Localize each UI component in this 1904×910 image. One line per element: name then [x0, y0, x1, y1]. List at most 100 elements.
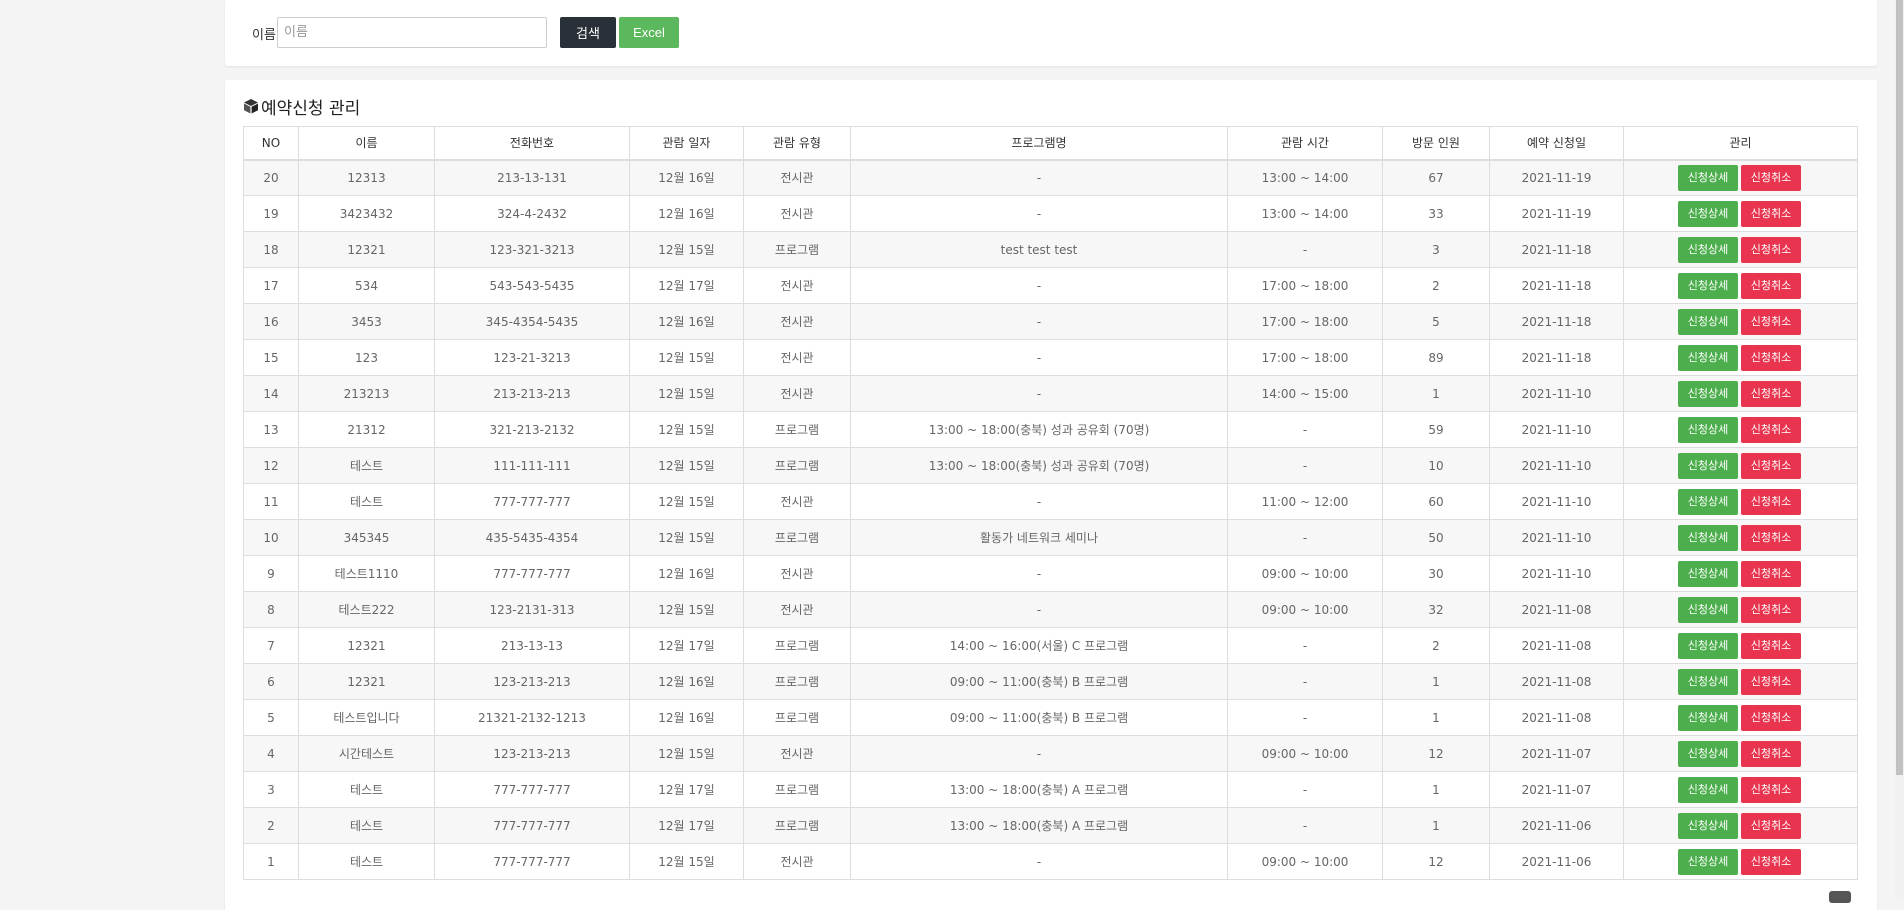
cell-applied: 2021-11-19 — [1489, 195, 1624, 232]
search-button[interactable]: 검색 — [560, 17, 616, 48]
cell-visitors: 5 — [1382, 303, 1490, 340]
cell-phone: 777-777-777 — [434, 771, 630, 808]
cell-date: 12월 15일 — [629, 411, 744, 448]
reservation-panel: 예약신청 관리 NO 이름 전화번호 관람 일자 관람 유형 프로그램명 관람 … — [225, 80, 1877, 910]
detail-button[interactable]: 신청상세 — [1678, 236, 1738, 263]
cancel-button[interactable]: 신청취소 — [1741, 488, 1801, 515]
cell-name: 테스트222 — [298, 591, 435, 628]
cell-name: 345345 — [298, 519, 435, 556]
cell-name: 테스트 — [298, 447, 435, 484]
cancel-button[interactable]: 신청취소 — [1741, 848, 1801, 875]
cancel-button[interactable]: 신청취소 — [1741, 596, 1801, 623]
cancel-button[interactable]: 신청취소 — [1741, 668, 1801, 695]
cell-visitors: 1 — [1382, 375, 1490, 412]
excel-button[interactable]: Excel — [619, 17, 679, 48]
detail-button[interactable]: 신청상세 — [1678, 272, 1738, 299]
detail-button[interactable]: 신청상세 — [1678, 308, 1738, 335]
cell-name: 시간테스트 — [298, 735, 435, 772]
table-row: 4 시간테스트 123-213-213 12월 15일 전시관 -09:00 ~ 10:0… — [243, 735, 1858, 772]
cell-time: - — [1227, 447, 1383, 484]
cell-time: - — [1227, 699, 1383, 736]
table-header-row: NO 이름 전화번호 관람 일자 관람 유형 프로그램명 관람 시간 방문 인원… — [243, 126, 1858, 161]
detail-button[interactable]: 신청상세 — [1678, 560, 1738, 587]
cell-program: - — [850, 591, 1228, 628]
cell-visitors: 2 — [1382, 267, 1490, 304]
scrollbar-thumb[interactable] — [1896, 0, 1903, 775]
cell-applied: 2021-11-10 — [1489, 375, 1624, 412]
detail-button[interactable]: 신청상세 — [1678, 164, 1738, 191]
detail-button[interactable]: 신청상세 — [1678, 632, 1738, 659]
detail-button[interactable]: 신청상세 — [1678, 740, 1738, 767]
cell-time: - — [1227, 411, 1383, 448]
detail-button[interactable]: 신청상세 — [1678, 776, 1738, 803]
cell-manage: 신청상세 신청취소 — [1623, 627, 1858, 664]
cell-no: 14 — [243, 375, 299, 412]
table-row: 9 테스트1110 777-777-777 12월 16일 전시관 -09:00 ~ 10… — [243, 555, 1858, 592]
cell-name: 21312 — [298, 411, 435, 448]
cancel-button[interactable]: 신청취소 — [1741, 272, 1801, 299]
cancel-button[interactable]: 신청취소 — [1741, 164, 1801, 191]
cell-type: 프로그램 — [743, 807, 851, 844]
cell-phone: 111-111-111 — [434, 447, 630, 484]
cancel-button[interactable]: 신청취소 — [1741, 812, 1801, 839]
detail-button[interactable]: 신청상세 — [1678, 596, 1738, 623]
table-row: 2 테스트 777-777-777 12월 17일 프로그램 13:00 ~ 18:00(… — [243, 807, 1858, 844]
cell-name: 테스트 — [298, 807, 435, 844]
cell-no: 20 — [243, 159, 299, 196]
cancel-button[interactable]: 신청취소 — [1741, 740, 1801, 767]
cell-type: 프로그램 — [743, 771, 851, 808]
cell-no: 3 — [243, 771, 299, 808]
detail-button[interactable]: 신청상세 — [1678, 452, 1738, 479]
name-label: 이름 — [252, 28, 276, 43]
cell-program: 13:00 ~ 18:00(충북) A 프로그램 — [850, 771, 1228, 808]
cell-phone: 213-213-213 — [434, 375, 630, 412]
cell-applied: 2021-11-08 — [1489, 699, 1624, 736]
cell-name: 12321 — [298, 231, 435, 268]
cell-name: 123 — [298, 339, 435, 376]
cancel-button[interactable]: 신청취소 — [1741, 704, 1801, 731]
page-scrollbar[interactable] — [1895, 0, 1904, 900]
cancel-button[interactable]: 신청취소 — [1741, 200, 1801, 227]
cancel-button[interactable]: 신청취소 — [1741, 380, 1801, 407]
cancel-button[interactable]: 신청취소 — [1741, 452, 1801, 479]
cancel-button[interactable]: 신청취소 — [1741, 524, 1801, 551]
cell-name: 테스트1110 — [298, 555, 435, 592]
detail-button[interactable]: 신청상세 — [1678, 416, 1738, 443]
scroll-top-button[interactable] — [1829, 891, 1851, 903]
detail-button[interactable]: 신청상세 — [1678, 344, 1738, 371]
cell-name: 테스트 — [298, 771, 435, 808]
detail-button[interactable]: 신청상세 — [1678, 380, 1738, 407]
cell-applied: 2021-11-18 — [1489, 267, 1624, 304]
cell-manage: 신청상세 신청취소 — [1623, 735, 1858, 772]
table-row: 10 345345 435-5435-4354 12월 15일 프로그램 활동가 네트워크… — [243, 519, 1858, 556]
cell-program: 13:00 ~ 18:00(충북) 성과 공유회 (70명) — [850, 411, 1228, 448]
detail-button[interactable]: 신청상세 — [1678, 812, 1738, 839]
cancel-button[interactable]: 신청취소 — [1741, 344, 1801, 371]
detail-button[interactable]: 신청상세 — [1678, 524, 1738, 551]
detail-button[interactable]: 신청상세 — [1678, 668, 1738, 695]
cancel-button[interactable]: 신청취소 — [1741, 560, 1801, 587]
cell-no: 18 — [243, 231, 299, 268]
cell-program: - — [850, 375, 1228, 412]
name-search-input[interactable] — [277, 17, 547, 48]
cancel-button[interactable]: 신청취소 — [1741, 308, 1801, 335]
cell-type: 전시관 — [743, 339, 851, 376]
cell-phone: 21321-2132-1213 — [434, 699, 630, 736]
cancel-button[interactable]: 신청취소 — [1741, 236, 1801, 263]
cell-date: 12월 17일 — [629, 267, 744, 304]
cell-phone: 777-777-777 — [434, 807, 630, 844]
cell-date: 12월 15일 — [629, 375, 744, 412]
cell-no: 6 — [243, 663, 299, 700]
cell-type: 프로그램 — [743, 519, 851, 556]
detail-button[interactable]: 신청상세 — [1678, 200, 1738, 227]
cancel-button[interactable]: 신청취소 — [1741, 416, 1801, 443]
cell-date: 12월 15일 — [629, 231, 744, 268]
search-panel: 이름 검색 Excel — [225, 0, 1877, 66]
detail-button[interactable]: 신청상세 — [1678, 488, 1738, 515]
detail-button[interactable]: 신청상세 — [1678, 704, 1738, 731]
cell-phone: 543-543-5435 — [434, 267, 630, 304]
detail-button[interactable]: 신청상세 — [1678, 848, 1738, 875]
cancel-button[interactable]: 신청취소 — [1741, 776, 1801, 803]
cell-type: 전시관 — [743, 555, 851, 592]
cancel-button[interactable]: 신청취소 — [1741, 632, 1801, 659]
